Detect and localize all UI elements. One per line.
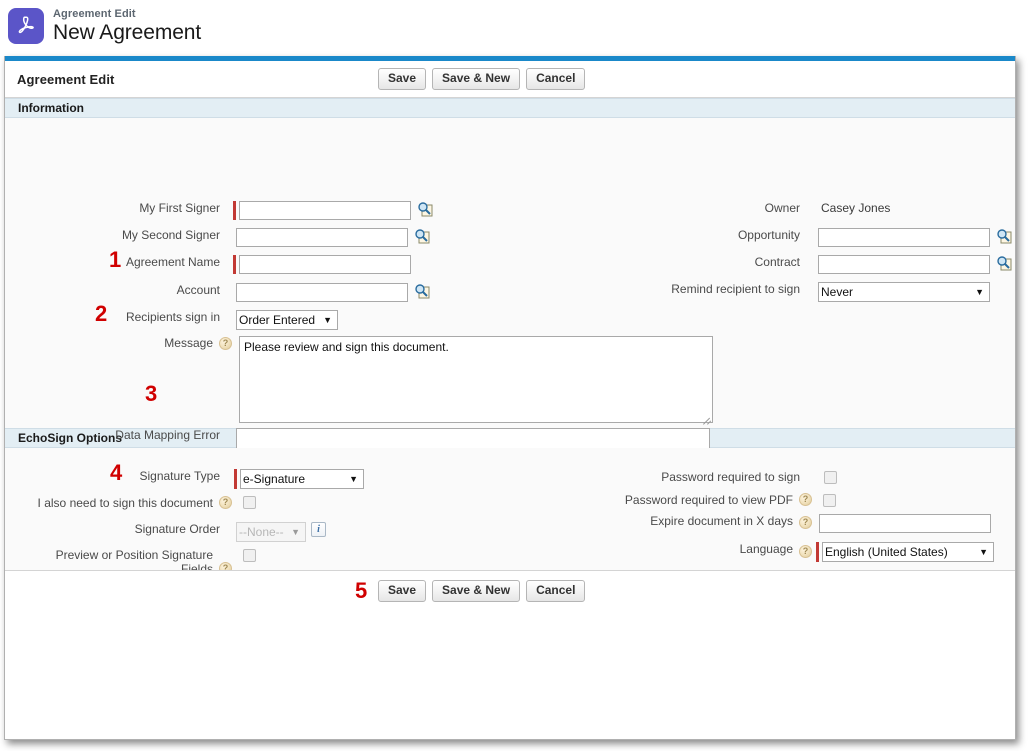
label-language: Language	[739, 542, 793, 556]
help-icon-language[interactable]: ?	[799, 545, 812, 558]
info-icon-signature-order[interactable]: i	[311, 522, 326, 537]
save-and-new-button-bottom[interactable]: Save & New	[432, 580, 521, 602]
annotation-5: 5	[355, 578, 368, 603]
checkbox-password-required-to-sign[interactable]	[824, 471, 837, 484]
input-opportunity[interactable]	[818, 228, 990, 247]
page-title: New Agreement	[53, 20, 202, 44]
save-and-new-button-top[interactable]: Save & New	[432, 68, 521, 90]
top-button-group: Save Save & New Cancel	[378, 68, 586, 90]
label-owner: Owner	[764, 201, 800, 215]
help-icon-password-required-to-view-pdf[interactable]: ?	[799, 493, 812, 506]
page-header: Agreement Edit New Agreement	[0, 0, 1033, 52]
label-signature-order: Signature Order	[134, 522, 220, 536]
input-agreement-name[interactable]	[239, 255, 411, 274]
label-message: Message	[164, 336, 213, 350]
help-icon-i-also-need-to-sign[interactable]: ?	[219, 496, 232, 509]
label-expire-document-in-x-days: Expire document in X days	[650, 514, 793, 528]
save-button-top[interactable]: Save	[378, 68, 427, 90]
lookup-icon-my-first-signer[interactable]	[417, 201, 433, 217]
save-button-bottom[interactable]: Save	[378, 580, 427, 602]
label-contract: Contract	[754, 255, 800, 269]
select-recipients-sign-in[interactable]: Order Entered	[236, 310, 338, 330]
required-indicator-signature-type	[234, 469, 237, 489]
required-indicator-agreement-name	[233, 255, 236, 274]
input-my-second-signer[interactable]	[236, 228, 408, 247]
label-password-required-to-sign: Password required to sign	[661, 470, 800, 484]
field-remind-recipient-to-sign: Remind recipient to sign Never ▼	[565, 282, 990, 302]
field-language: Language ? English (United States) ▼	[565, 542, 994, 562]
lookup-icon-account[interactable]	[414, 283, 430, 299]
field-signature-type: Signature Type e-Signature ▼	[5, 469, 364, 489]
label-opportunity: Opportunity	[737, 228, 800, 242]
select-language[interactable]: English (United States)	[822, 542, 994, 562]
field-i-also-need-to-sign: I also need to sign this document ?	[5, 496, 256, 510]
field-opportunity: Opportunity	[565, 228, 1012, 247]
section-title-information: Information	[18, 101, 84, 115]
field-expire-document-in-x-days: Expire document in X days ?	[565, 514, 991, 533]
field-message: Message ? Please review and sign this do…	[5, 336, 725, 426]
input-my-first-signer[interactable]	[239, 201, 411, 220]
select-remind-recipient-to-sign[interactable]: Never	[818, 282, 990, 302]
field-contract: Contract	[565, 255, 1012, 274]
section-header-information: Information	[5, 98, 1015, 118]
lookup-icon-opportunity[interactable]	[996, 228, 1012, 244]
bottom-toolbar: 5 Save Save & New Cancel	[5, 570, 1015, 611]
field-agreement-name: Agreement Name	[5, 255, 435, 274]
required-indicator-language	[816, 542, 819, 562]
field-my-first-signer: My First Signer	[5, 201, 435, 220]
header-eyebrow: Agreement Edit	[53, 7, 136, 20]
label-recipients-sign-in: Recipients sign in	[125, 310, 220, 324]
field-account: Account	[5, 283, 435, 302]
label-account: Account	[176, 283, 220, 297]
label-signature-type: Signature Type	[139, 469, 220, 483]
field-password-required-to-view-pdf: Password required to view PDF ?	[565, 493, 836, 507]
label-password-required-to-view-pdf: Password required to view PDF	[624, 493, 793, 507]
information-section-body: 1 2 3 My First Signer My Second Signer A…	[5, 118, 1015, 583]
checkbox-preview-or-position-signature-fields[interactable]	[243, 549, 256, 562]
cancel-button-top[interactable]: Cancel	[526, 68, 586, 90]
required-indicator-my-first-signer	[233, 201, 236, 220]
field-owner: Owner Casey Jones	[565, 201, 891, 215]
cancel-button-bottom[interactable]: Cancel	[526, 580, 586, 602]
select-signature-order[interactable]: --None--	[236, 522, 306, 542]
input-account[interactable]	[236, 283, 408, 302]
textarea-message[interactable]: Please review and sign this document.	[239, 336, 713, 423]
input-contract[interactable]	[818, 255, 990, 274]
field-password-required-to-sign: Password required to sign	[565, 470, 837, 484]
label-remind-recipient-to-sign: Remind recipient to sign	[671, 282, 800, 296]
field-recipients-sign-in: Recipients sign in Order Entered ▼	[5, 310, 435, 330]
label-my-second-signer: My Second Signer	[121, 228, 220, 242]
help-icon-message[interactable]: ?	[219, 337, 232, 350]
field-my-second-signer: My Second Signer	[5, 228, 435, 247]
label-agreement-name: Agreement Name	[125, 255, 220, 269]
adobe-acrobat-icon	[8, 8, 44, 44]
input-expire-document-in-x-days[interactable]	[819, 514, 991, 533]
select-signature-type[interactable]: e-Signature	[240, 469, 364, 489]
echosign-section-body: 4 Signature Type e-Signature ▼ I also ne…	[5, 448, 1015, 576]
help-icon-expire-document[interactable]: ?	[799, 516, 812, 529]
label-data-mapping-error: Data Mapping Error	[115, 428, 220, 442]
toolbar-title: Agreement Edit	[17, 71, 115, 87]
agreement-edit-panel: Agreement Edit Save Save & New Cancel In…	[4, 56, 1016, 740]
top-toolbar: Agreement Edit Save Save & New Cancel	[5, 61, 1015, 98]
checkbox-password-required-to-view-pdf[interactable]	[823, 494, 836, 507]
field-signature-order: Signature Order --None-- ▼ i	[5, 522, 326, 542]
label-my-first-signer: My First Signer	[139, 201, 220, 215]
bottom-button-group: Save Save & New Cancel	[378, 580, 586, 602]
label-i-also-need-to-sign: I also need to sign this document	[37, 496, 213, 510]
checkbox-i-also-need-to-sign[interactable]	[243, 496, 256, 509]
lookup-icon-my-second-signer[interactable]	[414, 228, 430, 244]
value-owner: Casey Jones	[821, 201, 891, 215]
lookup-icon-contract[interactable]	[996, 255, 1012, 271]
